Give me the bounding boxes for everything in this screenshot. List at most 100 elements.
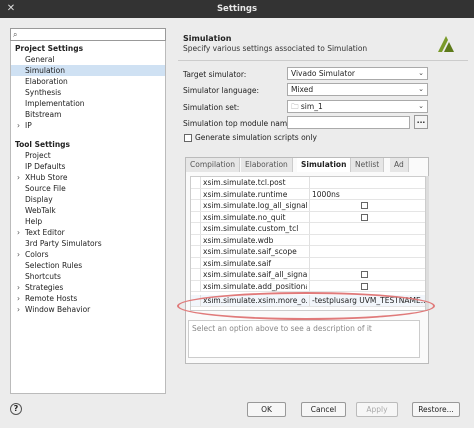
help-icon[interactable]: ? bbox=[10, 403, 22, 415]
chevron-right-icon[interactable]: › bbox=[17, 249, 25, 260]
tree-item-ip-defaults[interactable]: IP Defaults bbox=[11, 161, 165, 172]
tree-item-bitstream[interactable]: Bitstream bbox=[11, 109, 165, 120]
option-name: xsim.simulate.saif_scope bbox=[203, 247, 297, 256]
window-title: Settings bbox=[216, 4, 258, 14]
highlight-annotation bbox=[177, 292, 435, 320]
tree-item-ip[interactable]: › IP bbox=[11, 120, 165, 131]
option-checkbox[interactable] bbox=[361, 213, 368, 221]
header-divider bbox=[178, 60, 468, 61]
simulator-language-select[interactable]: Mixed ⌄ bbox=[287, 83, 428, 96]
tree-item-general[interactable]: General bbox=[11, 54, 165, 65]
option-value[interactable]: 1000ns bbox=[309, 188, 417, 200]
tree-item-webtalk[interactable]: WebTalk bbox=[11, 205, 165, 216]
tree-item-text-editor[interactable]: › Text Editor bbox=[11, 227, 165, 238]
section-title: Simulation bbox=[183, 34, 232, 43]
restore-button[interactable]: Restore... bbox=[412, 402, 460, 417]
apply-button[interactable]: Apply bbox=[356, 402, 398, 417]
settings-window: ✕ Settings ⌕ Project Settings General Si… bbox=[0, 0, 474, 428]
cancel-button[interactable]: Cancel bbox=[301, 402, 346, 417]
option-value[interactable] bbox=[309, 177, 417, 188]
tree-item-3rd-party-simulators[interactable]: 3rd Party Simulators bbox=[11, 238, 165, 249]
tree-item-label: Text Editor bbox=[25, 228, 65, 237]
simulation-set-select[interactable]: 🗀 sim_1 ⌄ bbox=[287, 100, 428, 113]
search-icon: ⌕ bbox=[13, 30, 18, 39]
option-checkbox[interactable] bbox=[361, 282, 368, 290]
table-row[interactable]: xsim.simulate.saif bbox=[191, 257, 425, 269]
option-checkbox[interactable] bbox=[361, 271, 368, 278]
generate-scripts-checkbox[interactable] bbox=[184, 134, 192, 142]
table-row[interactable]: xsim.simulate.log_all_signals bbox=[191, 200, 425, 212]
tree-item-remote-hosts[interactable]: › Remote Hosts bbox=[11, 293, 165, 304]
chevron-right-icon[interactable]: › bbox=[17, 172, 25, 183]
chevron-right-icon[interactable]: › bbox=[17, 120, 25, 131]
simulation-set-value: sim_1 bbox=[300, 102, 323, 111]
option-value[interactable] bbox=[309, 234, 417, 246]
table-row[interactable]: xsim.simulate.wdb bbox=[191, 234, 425, 246]
tool-settings-header: Tool Settings bbox=[15, 140, 71, 149]
tree-item-label: Remote Hosts bbox=[25, 294, 78, 303]
table-row[interactable]: xsim.simulate.no_quit bbox=[191, 211, 425, 223]
chevron-right-icon[interactable]: › bbox=[17, 282, 25, 293]
table-row[interactable]: xsim.simulate.custom_tcl bbox=[191, 223, 425, 235]
title-bar: ✕ Settings bbox=[0, 0, 474, 18]
tree-item-colors[interactable]: › Colors bbox=[11, 249, 165, 260]
tree-item-strategies[interactable]: › Strategies bbox=[11, 282, 165, 293]
option-value[interactable] bbox=[309, 223, 417, 234]
chevron-down-icon: ⌄ bbox=[418, 102, 424, 110]
table-row[interactable]: xsim.simulate.add_positional bbox=[191, 280, 425, 292]
chevron-right-icon[interactable]: › bbox=[17, 227, 25, 238]
option-name: xsim.simulate.add_positional bbox=[203, 281, 307, 291]
tree-item-synthesis[interactable]: Synthesis bbox=[11, 87, 165, 98]
tree-item-implementation[interactable]: Implementation bbox=[11, 98, 165, 109]
target-simulator-value: Vivado Simulator bbox=[291, 69, 356, 78]
table-row[interactable]: xsim.simulate.saif_scope bbox=[191, 246, 425, 258]
vivado-logo-icon bbox=[438, 36, 454, 52]
tree-item-shortcuts[interactable]: Shortcuts bbox=[11, 271, 165, 282]
tree-item-window-behavior[interactable]: › Window Behavior bbox=[11, 304, 165, 315]
option-name: xsim.simulate.custom_tcl bbox=[203, 224, 299, 233]
chevron-down-icon: ⌄ bbox=[418, 69, 424, 77]
table-row[interactable]: xsim.simulate.tcl.post bbox=[191, 177, 425, 189]
tab-advanced[interactable]: Ad bbox=[390, 158, 409, 172]
simulation-options-table: xsim.simulate.tcl.post xsim.simulate.run… bbox=[190, 176, 426, 311]
table-scrollbar[interactable] bbox=[426, 176, 429, 311]
tree-item-simulation[interactable]: Simulation bbox=[11, 65, 165, 76]
browse-button[interactable]: ... bbox=[414, 115, 428, 129]
option-value[interactable] bbox=[309, 257, 417, 269]
chevron-right-icon[interactable]: › bbox=[17, 304, 25, 315]
option-checkbox[interactable] bbox=[361, 202, 368, 209]
simulation-top-label: Simulation top module name: bbox=[183, 119, 295, 128]
option-name: xsim.simulate.log_all_signals bbox=[203, 201, 307, 210]
ok-button[interactable]: OK bbox=[247, 402, 286, 417]
tab-simulation[interactable]: Simulation bbox=[297, 158, 352, 172]
option-name: xsim.simulate.saif_all_signals bbox=[203, 270, 307, 279]
simulation-set-label: Simulation set: bbox=[183, 103, 240, 112]
target-simulator-select[interactable]: Vivado Simulator ⌄ bbox=[287, 67, 428, 80]
tree-item-source-file[interactable]: Source File bbox=[11, 183, 165, 194]
tree-item-label: Colors bbox=[25, 250, 49, 259]
tree-item-label: Window Behavior bbox=[25, 305, 91, 314]
project-settings-header: Project Settings bbox=[15, 44, 84, 53]
tree-item-project[interactable]: Project bbox=[11, 150, 165, 161]
tab-netlist[interactable]: Netlist bbox=[351, 158, 385, 172]
tab-compilation[interactable]: Compilation bbox=[186, 158, 241, 172]
settings-search-input[interactable]: ⌕ bbox=[10, 28, 166, 41]
tab-elaboration[interactable]: Elaboration bbox=[241, 158, 293, 172]
option-name: xsim.simulate.tcl.post bbox=[203, 178, 286, 187]
tree-item-selection-rules[interactable]: Selection Rules bbox=[11, 260, 165, 271]
tree-item-display[interactable]: Display bbox=[11, 194, 165, 205]
table-row[interactable]: xsim.simulate.runtime 1000ns bbox=[191, 188, 425, 200]
simulator-language-label: Simulator language: bbox=[183, 86, 260, 95]
option-description: Select an option above to see a descript… bbox=[188, 320, 420, 358]
option-name: xsim.simulate.wdb bbox=[203, 235, 274, 245]
table-row[interactable]: xsim.simulate.saif_all_signals bbox=[191, 269, 425, 281]
close-icon[interactable]: ✕ bbox=[6, 4, 16, 14]
simulation-top-input[interactable] bbox=[287, 116, 410, 129]
tree-item-help[interactable]: Help bbox=[11, 216, 165, 227]
tree-item-xhub-store[interactable]: › XHub Store bbox=[11, 172, 165, 183]
folder-icon: 🗀 bbox=[291, 102, 301, 111]
option-value[interactable] bbox=[309, 246, 417, 257]
section-subtitle: Specify various settings associated to S… bbox=[183, 44, 368, 53]
chevron-right-icon[interactable]: › bbox=[17, 293, 25, 304]
tree-item-elaboration[interactable]: Elaboration bbox=[11, 76, 165, 87]
